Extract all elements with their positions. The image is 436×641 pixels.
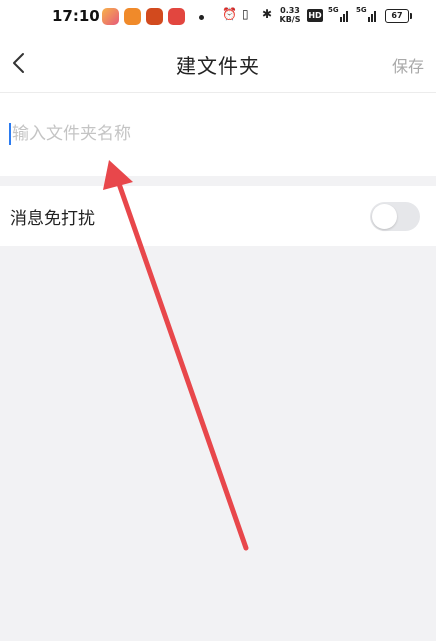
app-notification-icon: [124, 8, 141, 25]
bluetooth-icon: ✱: [262, 7, 273, 21]
notification-dot-icon: [199, 15, 204, 20]
page-title: 建文件夹: [176, 54, 260, 78]
sim2-network-label: 5G: [356, 6, 367, 14]
status-time: 17:10: [52, 7, 100, 25]
app-notification-icon: [102, 8, 119, 25]
sim1-network-label: 5G: [328, 6, 339, 14]
toggle-knob: [372, 204, 397, 229]
do-not-disturb-toggle[interactable]: [370, 202, 420, 231]
nav-bar: 建文件夹 保存: [0, 34, 436, 92]
alarm-icon: ⏰: [222, 7, 237, 21]
status-bar: 17:10 ⏰ ▯ ✱ 0.33 KB/S HD 5G 5G 67: [0, 0, 436, 34]
signal-sim2-icon: 5G: [356, 6, 378, 24]
vibrate-icon: ▯: [242, 7, 249, 21]
do-not-disturb-label: 消息免打扰: [10, 209, 95, 229]
network-speed-unit: KB/S: [279, 15, 301, 24]
app-notification-icon: [146, 8, 163, 25]
folder-name-section: [0, 92, 436, 176]
signal-sim1-icon: 5G: [328, 6, 350, 24]
save-button[interactable]: 保存: [392, 53, 424, 77]
do-not-disturb-row[interactable]: 消息免打扰: [0, 186, 436, 246]
battery-icon: 67: [385, 9, 412, 23]
text-cursor: [9, 123, 11, 145]
folder-name-input[interactable]: [12, 119, 412, 149]
network-speed: 0.33 KB/S: [278, 6, 302, 24]
hd-voice-icon: HD: [307, 9, 323, 22]
app-notification-icon: [168, 8, 185, 25]
network-speed-value: 0.33: [280, 6, 300, 15]
